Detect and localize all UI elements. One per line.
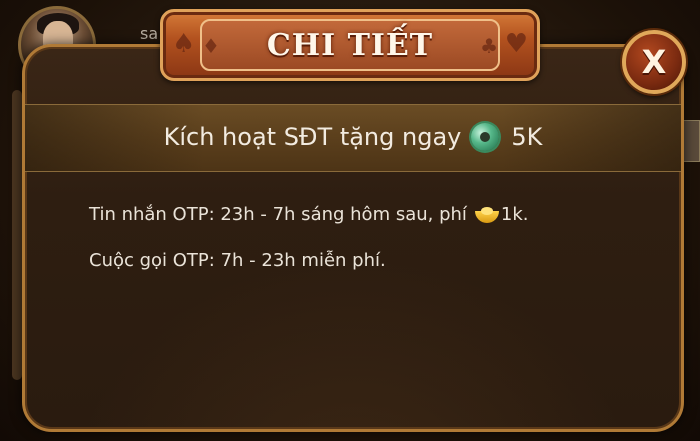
gold-ingot-icon [474, 207, 499, 223]
jade-coin-icon [471, 123, 500, 151]
sms-otp-line: Tin nhắn OTP: 23h - 7h sáng hôm sau, phí… [89, 203, 529, 227]
sms-otp-fee: 1k. [500, 204, 529, 225]
reward-value: 5K [511, 123, 543, 151]
title-plate: ♠ ♦ ♣ ♥ CHI TIẾT [160, 9, 540, 81]
sms-otp-text: Tin nhắn OTP: 23h - 7h sáng hôm sau, phí [89, 204, 467, 225]
highlight-text: Kích hoạt SĐT tặng ngay [163, 123, 462, 151]
detail-body: Tin nhắn OTP: 23h - 7h sáng hôm sau, phí… [89, 203, 529, 295]
dialog-title: CHI TIẾT [266, 27, 434, 63]
detail-dialog: Kích hoạt SĐT tặng ngay 5K Tin nhắn OTP:… [22, 44, 684, 432]
highlight-row: Kích hoạt SĐT tặng ngay 5K [25, 104, 681, 170]
background-panel-edge [12, 90, 22, 380]
close-icon: X [641, 43, 667, 81]
close-button[interactable]: X [622, 30, 686, 94]
call-otp-line: Cuộc gọi OTP: 7h - 23h miễn phí. [89, 249, 529, 273]
player-name: sa [140, 24, 159, 43]
call-otp-text: Cuộc gọi OTP: 7h - 23h miễn phí. [89, 250, 386, 271]
